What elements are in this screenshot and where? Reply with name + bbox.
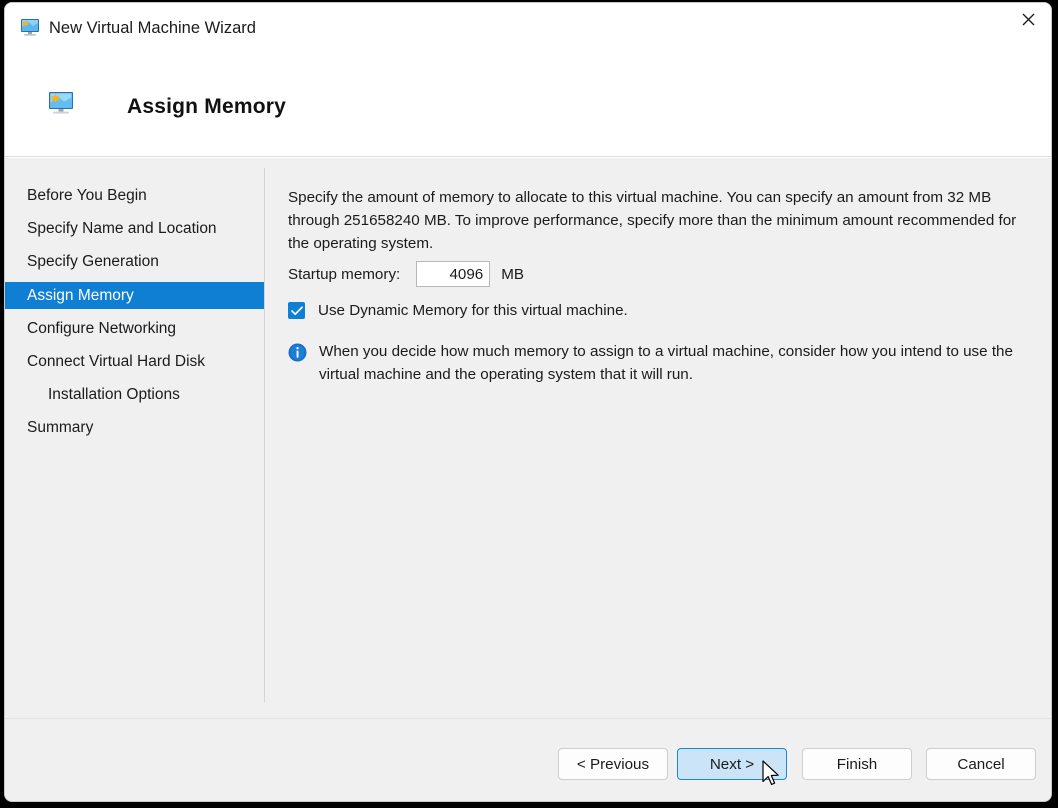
sidebar-item-specify-generation[interactable]: Specify Generation [5, 248, 264, 275]
close-button[interactable] [1005, 3, 1051, 35]
sidebar-item-assign-memory[interactable]: Assign Memory [5, 282, 264, 309]
page-header: Assign Memory [5, 53, 1051, 157]
next-button[interactable]: Next > [677, 748, 787, 780]
virtual-machine-monitor-icon [19, 18, 41, 38]
description-text: Specify the amount of memory to allocate… [288, 186, 1026, 255]
sidebar-item-before-you-begin[interactable]: Before You Begin [5, 182, 264, 209]
wizard-step-list: Before You Begin Specify Name and Locati… [5, 158, 264, 718]
sidebar-item-label: Before You Begin [27, 187, 147, 205]
sidebar-item-label: Summary [27, 419, 93, 437]
dynamic-memory-label: Use Dynamic Memory for this virtual mach… [318, 302, 628, 319]
new-virtual-machine-wizard-window: New Virtual Machine Wizard Assign Memory… [4, 2, 1052, 802]
sidebar-item-summary[interactable]: Summary [5, 414, 264, 441]
previous-button[interactable]: < Previous [558, 748, 668, 780]
sidebar-item-label: Specify Generation [27, 253, 159, 271]
info-note: When you decide how much memory to assig… [288, 340, 1028, 386]
startup-memory-unit-label: MB [501, 266, 524, 283]
virtual-machine-monitor-icon [47, 91, 75, 117]
dynamic-memory-checkbox[interactable] [288, 302, 305, 319]
info-note-text: When you decide how much memory to assig… [319, 340, 1028, 386]
startup-memory-input[interactable] [416, 261, 490, 287]
title-bar: New Virtual Machine Wizard [5, 3, 1051, 53]
window-title: New Virtual Machine Wizard [49, 19, 256, 38]
startup-memory-row: Startup memory: MB [288, 261, 524, 287]
dynamic-memory-checkbox-row[interactable]: Use Dynamic Memory for this virtual mach… [288, 302, 628, 319]
wizard-content: Specify the amount of memory to allocate… [265, 158, 1051, 718]
sidebar-item-configure-networking[interactable]: Configure Networking [5, 315, 264, 342]
info-icon [288, 343, 307, 362]
wizard-footer: < Previous Next > Finish Cancel [5, 718, 1051, 801]
cancel-button[interactable]: Cancel [926, 748, 1036, 780]
wizard-body: Before You Begin Specify Name and Locati… [5, 158, 1051, 718]
sidebar-item-specify-name-and-location[interactable]: Specify Name and Location [5, 215, 264, 242]
sidebar-item-connect-virtual-hard-disk[interactable]: Connect Virtual Hard Disk [5, 348, 264, 375]
sidebar-item-label: Assign Memory [27, 287, 134, 305]
sidebar-item-label: Installation Options [48, 386, 180, 404]
finish-button[interactable]: Finish [802, 748, 912, 780]
startup-memory-label: Startup memory: [288, 266, 400, 283]
page-title: Assign Memory [127, 95, 286, 119]
sidebar-item-label: Specify Name and Location [27, 220, 217, 238]
sidebar-item-label: Configure Networking [27, 320, 176, 338]
sidebar-item-label: Connect Virtual Hard Disk [27, 353, 205, 371]
sidebar-item-installation-options[interactable]: Installation Options [5, 381, 264, 408]
